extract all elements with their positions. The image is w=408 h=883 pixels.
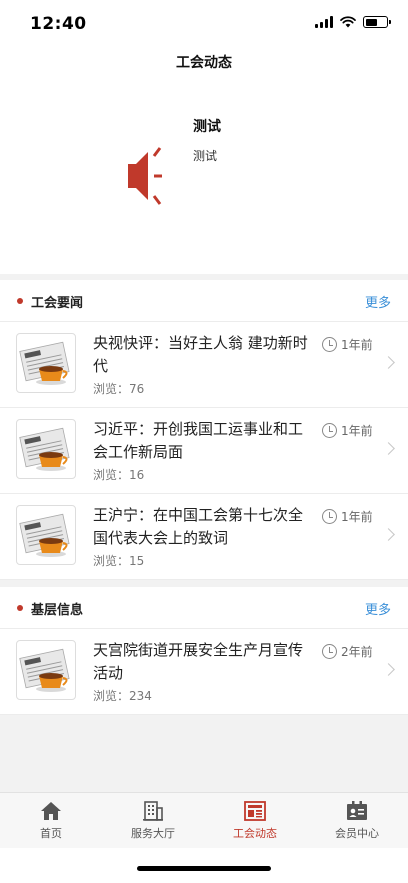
- content-background: [0, 715, 408, 792]
- home-icon: [40, 801, 62, 821]
- member-card-icon: [346, 801, 368, 821]
- section-title: 基层信息: [31, 603, 84, 618]
- clock-icon: [322, 644, 337, 659]
- chevron-right-icon: [382, 442, 395, 455]
- news-item[interactable]: 央视快评：当好主人翁 建功新时代 1年前 浏览：76: [0, 322, 408, 408]
- tab-home[interactable]: 首页: [0, 793, 102, 848]
- news-item[interactable]: 习近平：开创我国工运事业和工会工作新局面 1年前 浏览：16: [0, 408, 408, 494]
- news-title: 习近平：开创我国工运事业和工会工作新局面: [93, 420, 304, 461]
- section-dot: [17, 298, 23, 304]
- notice-banner[interactable]: [0, 78, 408, 274]
- news-time: 1年前: [322, 508, 373, 525]
- notice-text: 测试: [193, 149, 218, 163]
- section-dot: [17, 605, 23, 611]
- news-title: 天宫院街道开展安全生产月宣传活动: [93, 641, 304, 682]
- section-title: 工会要闻: [31, 296, 84, 311]
- more-link[interactable]: 更多: [365, 292, 391, 311]
- news-item[interactable]: 天宫院街道开展安全生产月宣传活动 2年前 浏览：234: [0, 629, 408, 715]
- news-thumbnail: [16, 333, 76, 393]
- tab-label: 工会动态: [233, 827, 277, 840]
- wifi-icon: [340, 16, 356, 28]
- tab-bar: 首页 服务大厅 工会动态 会员中心: [0, 792, 408, 848]
- news-views: 浏览：16: [93, 468, 145, 482]
- news-thumbnail: [16, 419, 76, 479]
- status-icons: [315, 16, 391, 28]
- page-title: 工会动态: [176, 55, 232, 71]
- news-time: 1年前: [322, 422, 373, 439]
- tab-label: 服务大厅: [131, 827, 175, 840]
- chevron-right-icon: [382, 528, 395, 541]
- chevron-right-icon: [382, 663, 395, 676]
- news-title: 王沪宁：在中国工会第十七次全国代表大会上的致词: [93, 506, 304, 547]
- status-time: 12:40: [30, 14, 87, 34]
- home-indicator[interactable]: [137, 866, 271, 871]
- clock-icon: [322, 509, 337, 524]
- more-link[interactable]: 更多: [365, 599, 391, 618]
- battery-icon: [363, 16, 391, 28]
- tab-service-hall[interactable]: 服务大厅: [102, 793, 204, 848]
- tab-label: 首页: [40, 827, 62, 840]
- news-thumbnail: [16, 640, 76, 700]
- news-icon: [244, 801, 266, 821]
- section-divider: [0, 580, 408, 587]
- news-views: 浏览：15: [93, 554, 145, 568]
- news-time: 1年前: [322, 336, 373, 353]
- clock-icon: [322, 423, 337, 438]
- status-bar: 12:40: [0, 0, 408, 48]
- chevron-right-icon: [382, 356, 395, 369]
- section-header-news: 工会要闻 更多: [0, 280, 408, 322]
- tab-label: 会员中心: [335, 827, 379, 840]
- news-views: 浏览：76: [93, 382, 145, 396]
- news-views: 浏览：234: [93, 689, 152, 703]
- notice-title: 测试: [193, 119, 221, 135]
- tab-union-news[interactable]: 工会动态: [204, 793, 306, 848]
- news-item[interactable]: 王沪宁：在中国工会第十七次全国代表大会上的致词 1年前 浏览：15: [0, 494, 408, 580]
- news-thumbnail: [16, 505, 76, 565]
- building-icon: [142, 801, 164, 821]
- signal-icon: [315, 16, 333, 28]
- speaker-icon: [128, 147, 162, 205]
- clock-icon: [322, 337, 337, 352]
- section-header-local: 基层信息 更多: [0, 587, 408, 629]
- news-time: 2年前: [322, 643, 373, 660]
- news-title: 央视快评：当好主人翁 建功新时代: [93, 334, 308, 375]
- tab-member-center[interactable]: 会员中心: [306, 793, 408, 848]
